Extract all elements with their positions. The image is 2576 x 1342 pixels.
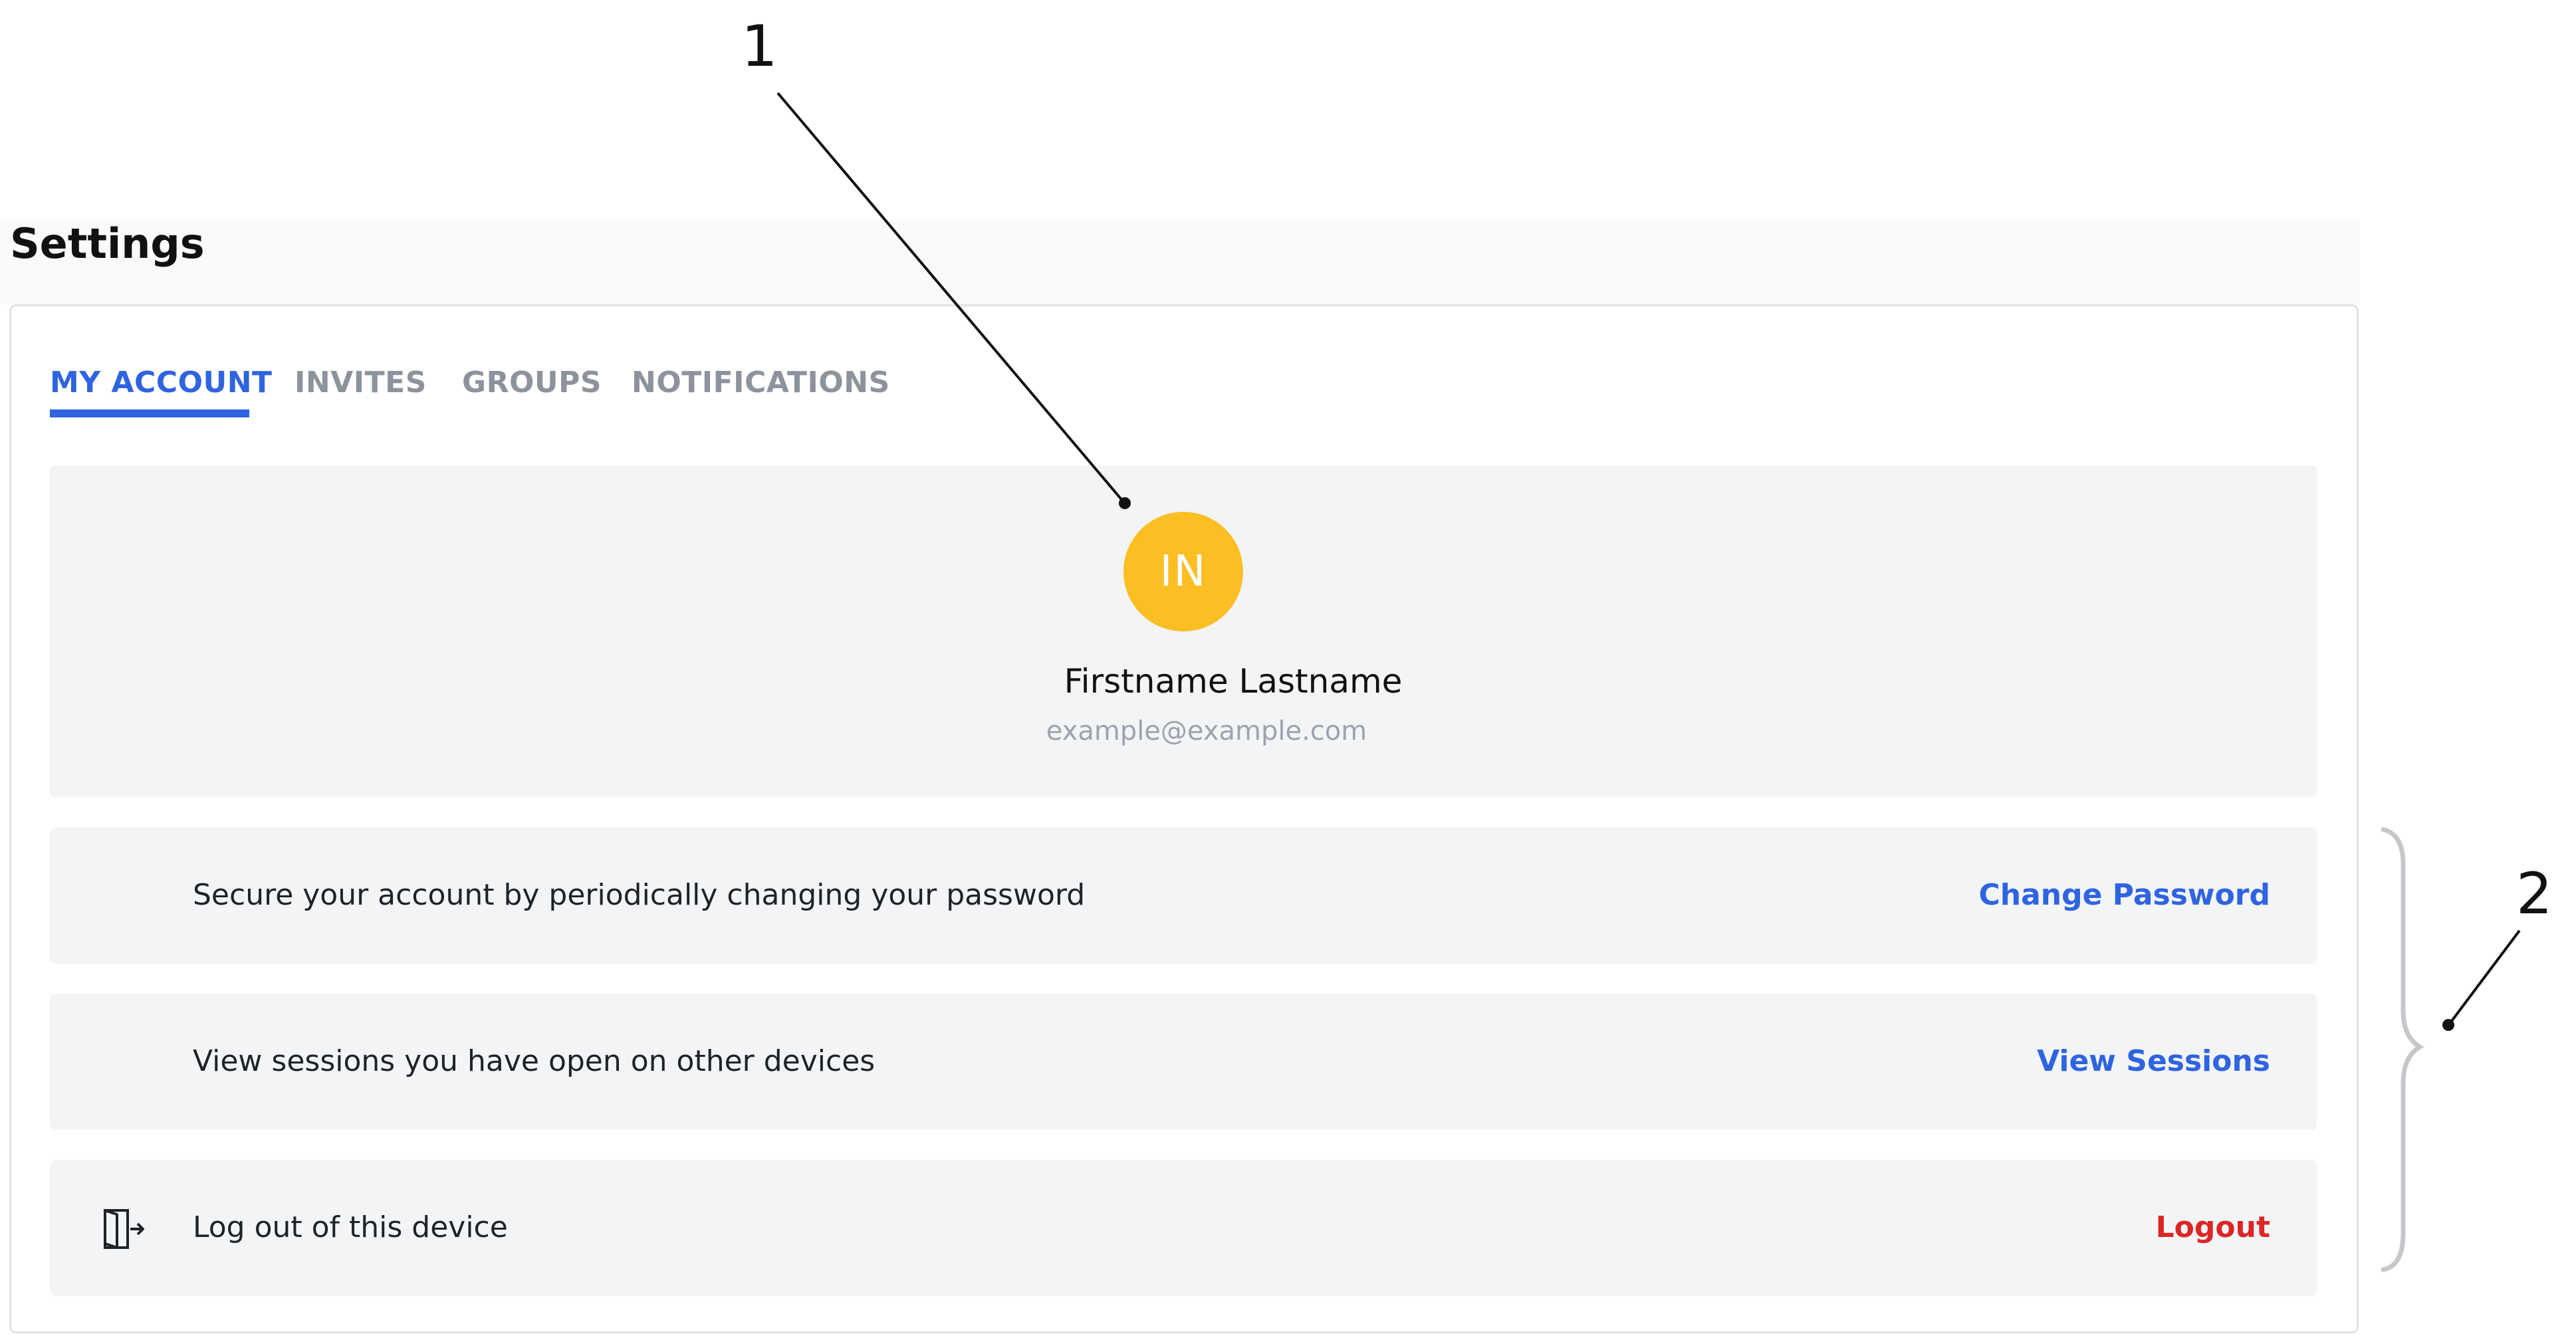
- annotation-dot-2: [2442, 1019, 2454, 1031]
- profile-email: example@example.com: [1046, 716, 1367, 746]
- page-title: Settings: [10, 219, 205, 268]
- logout-description: Log out of this device: [193, 1210, 508, 1244]
- view-sessions-row: View sessions you have open on other dev…: [50, 994, 2317, 1130]
- annotation-label-1: 1: [741, 13, 778, 80]
- active-tab-indicator: [50, 409, 249, 417]
- annotation-leader-2: [2448, 929, 2521, 1025]
- tab-notifications[interactable]: NOTIFICATIONS: [632, 364, 890, 401]
- tab-my-account[interactable]: MY ACCOUNT: [50, 364, 273, 401]
- view-sessions-link[interactable]: View Sessions: [2037, 1040, 2270, 1083]
- logout-link[interactable]: Logout: [2156, 1206, 2270, 1249]
- annotation-label-2: 2: [2516, 861, 2553, 927]
- view-sessions-description: View sessions you have open on other dev…: [193, 1044, 876, 1078]
- logout-door-icon: [104, 1209, 144, 1249]
- tab-invites[interactable]: INVITES: [294, 364, 427, 401]
- profile-name: Firstname Lastname: [1064, 662, 1403, 701]
- logout-row: Log out of this device Logout: [50, 1160, 2317, 1296]
- change-password-row: Secure your account by periodically chan…: [50, 828, 2317, 964]
- screenshot-stage: Settings MY ACCOUNT INVITES GROUPS NOTIF…: [0, 0, 2576, 1342]
- change-password-description: Secure your account by periodically chan…: [193, 878, 1086, 912]
- tab-groups[interactable]: GROUPS: [462, 364, 602, 401]
- annotation-brace-2: [2381, 827, 2424, 1272]
- page-header: [0, 219, 2360, 304]
- avatar: IN: [1123, 512, 1243, 631]
- change-password-link[interactable]: Change Password: [1979, 874, 2271, 917]
